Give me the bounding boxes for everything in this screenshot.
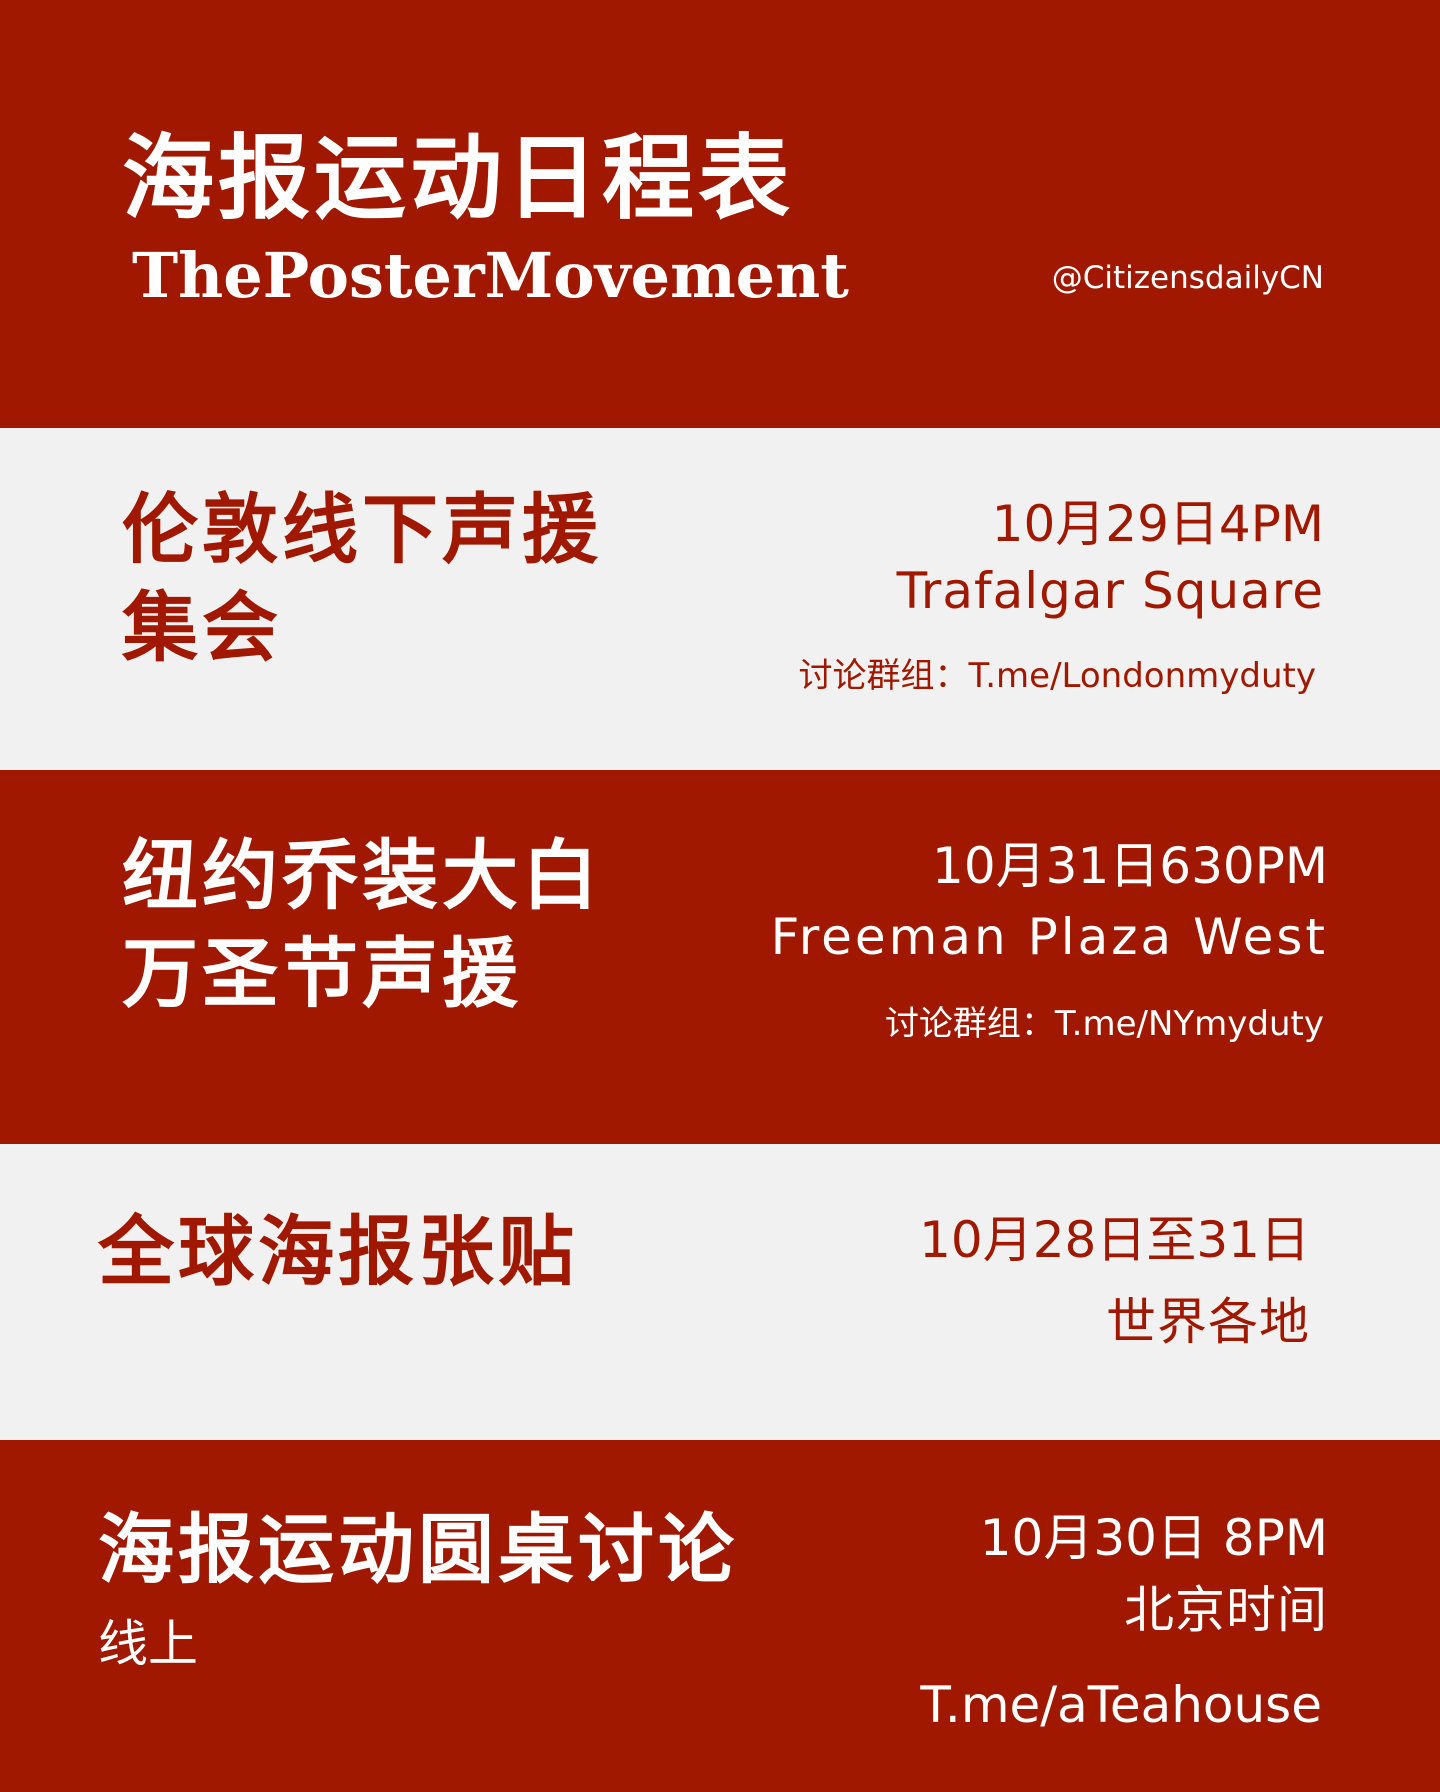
event-date: 10月30日 8PM xyxy=(979,1509,1328,1567)
event-date: 10月31日630PM xyxy=(932,837,1328,895)
page-title: 海报运动日程表 xyxy=(122,124,795,232)
event-roundtable: 海报运动圆桌讨论 线上 10月30日 8PM 北京时间 T.me/aTeahou… xyxy=(0,1440,1440,1792)
event-title: 全球海报张贴 xyxy=(98,1207,578,1296)
event-place: 世界各地 xyxy=(1106,1293,1310,1351)
event-note: 线上 xyxy=(98,1615,198,1673)
account-handle: @CitizensdailyCN xyxy=(1051,260,1324,296)
event-title: 纽约乔装大白 xyxy=(122,831,602,920)
teahouse-link[interactable]: T.me/aTeahouse xyxy=(920,1676,1322,1734)
event-title-line2: 集会 xyxy=(122,583,282,672)
event-global: 全球海报张贴 10月28日至31日 世界各地 xyxy=(0,1144,1440,1440)
event-title-line2: 万圣节声援 xyxy=(122,929,522,1018)
event-place: Freeman Plaza West xyxy=(770,908,1328,966)
event-date: 10月29日4PM xyxy=(991,495,1324,553)
event-place: Trafalgar Square xyxy=(896,562,1324,620)
page-subtitle: ThePosterMovement xyxy=(132,239,849,312)
discussion-group-link[interactable]: 讨论群组：T.me/NYmyduty xyxy=(885,996,1324,1045)
event-title: 伦敦线下声援 xyxy=(122,485,602,574)
event-newyork: 纽约乔装大白 万圣节声援 10月31日630PM Freeman Plaza W… xyxy=(0,770,1440,1144)
event-date: 10月28日至31日 xyxy=(919,1211,1310,1269)
header-section: 海报运动日程表 ThePosterMovement @Citizensdaily… xyxy=(0,0,1440,428)
event-place: 北京时间 xyxy=(1124,1581,1328,1639)
discussion-group-link[interactable]: 讨论群组：T.me/Londonmyduty xyxy=(799,648,1317,697)
event-london: 伦敦线下声援 集会 10月29日4PM Trafalgar Square 讨论群… xyxy=(0,428,1440,770)
event-title: 海报运动圆桌讨论 xyxy=(98,1505,738,1594)
